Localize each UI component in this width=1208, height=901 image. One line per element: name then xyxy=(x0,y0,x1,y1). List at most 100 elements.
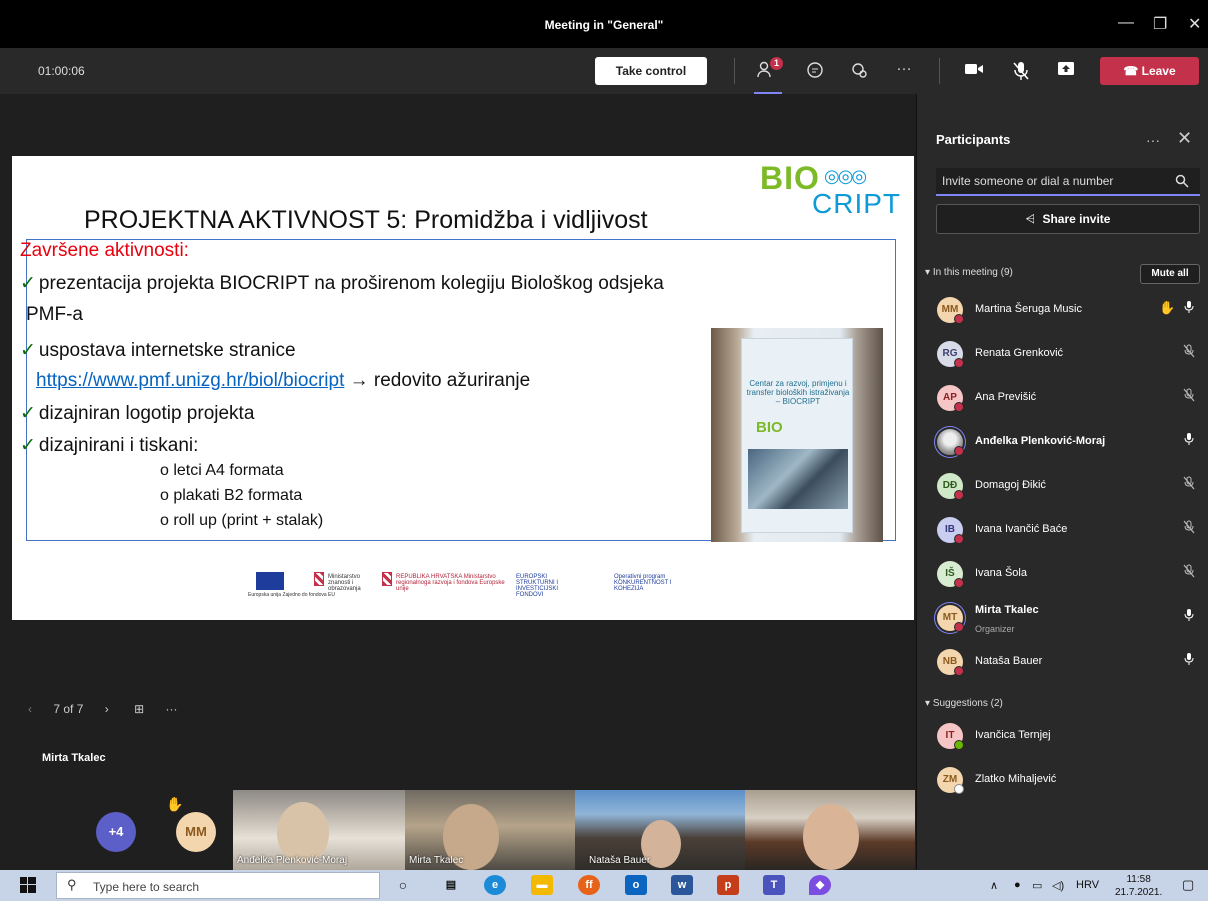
leave-label: Leave xyxy=(1141,64,1176,78)
logo-text-bio: BIO xyxy=(760,160,820,196)
notifications-icon[interactable]: ▢ xyxy=(1182,877,1194,893)
participant-name: Renata Grenković xyxy=(975,347,1064,359)
slide-pager: ‹ 7 of 7 › ⊞ ··· xyxy=(28,702,177,716)
search-icon[interactable] xyxy=(1175,174,1189,191)
mic-off-icon[interactable] xyxy=(1183,564,1195,581)
meeting-toolbar: 01:00:06 Take control 1 ··· ☎ Leave xyxy=(0,48,1208,94)
language-indicator[interactable]: HRV xyxy=(1076,879,1099,891)
funding-logos: Europska unija Zajedno do fondova EU Min… xyxy=(244,550,674,600)
volume-icon[interactable]: ◁) xyxy=(1052,879,1064,892)
participant-row[interactable]: IB Ivana Ivančić Baće xyxy=(917,510,1208,550)
share-screen-icon[interactable] xyxy=(1055,61,1077,83)
firefox-icon[interactable]: ff xyxy=(578,875,600,895)
take-control-button[interactable]: Take control xyxy=(595,57,707,85)
suggestions-header[interactable]: ▾ Suggestions (2) xyxy=(925,698,1003,709)
participant-row[interactable]: MT Mirta Tkalec Organizer xyxy=(917,598,1208,638)
rollup-images xyxy=(748,449,848,509)
video-tile[interactable]: Nataša Bauer xyxy=(575,790,745,870)
clock-date: 21.7.2021. xyxy=(1115,887,1163,898)
rollup-logo: BIO xyxy=(756,419,783,436)
grid-view-icon[interactable]: ⊞ xyxy=(134,702,144,716)
logo-circles-icon: ◎◎◎ xyxy=(824,166,867,186)
avatar-initials: IB xyxy=(945,524,955,535)
windows-taskbar: ⚲ Type here to search ○ ▤ e ▬ ff o w p T… xyxy=(0,870,1208,901)
mic-off-icon[interactable] xyxy=(1010,61,1032,83)
video-tile-name: Nataša Bauer xyxy=(589,855,651,866)
mic-off-icon[interactable] xyxy=(1183,344,1195,361)
participants-panel: Participants ··· ✕ ⩤ Share invite ▾ In t… xyxy=(916,94,1208,870)
taskbar-search[interactable]: ⚲ Type here to search xyxy=(56,872,380,899)
windows-start-icon[interactable] xyxy=(20,877,36,896)
share-icon: ⩤ xyxy=(1025,212,1036,226)
check-icon: ✓ xyxy=(20,340,36,361)
collapse-icon: ▾ xyxy=(925,698,931,709)
in-meeting-header[interactable]: ▾ In this meeting (9) xyxy=(925,267,1013,278)
more-participants-button[interactable]: +4 xyxy=(96,812,136,852)
show-hidden-icons-icon[interactable]: ∧ xyxy=(990,879,998,892)
chat-icon[interactable] xyxy=(804,61,826,83)
check-icon: ✓ xyxy=(20,273,36,294)
mic-icon[interactable]: ● xyxy=(1014,879,1021,891)
mic-icon[interactable] xyxy=(1183,432,1195,449)
participant-avatar-mm[interactable]: MM xyxy=(176,812,216,852)
minimize-icon[interactable]: — xyxy=(1118,14,1134,32)
participant-row[interactable]: Anđelka Plenković-Moraj xyxy=(917,422,1208,462)
taskbar-clock[interactable]: 11:58 21.7.2021. xyxy=(1115,873,1162,899)
participant-row[interactable]: DĐ Domagoj Đikić xyxy=(917,466,1208,506)
mic-icon[interactable] xyxy=(1183,652,1195,669)
participant-row[interactable]: AP Ana Previšić xyxy=(917,378,1208,418)
panel-more-icon[interactable]: ··· xyxy=(1146,132,1160,148)
people-icon[interactable]: 1 xyxy=(756,57,783,83)
file-explorer-icon[interactable]: ▬ xyxy=(531,875,553,895)
mic-off-icon[interactable] xyxy=(1183,388,1195,405)
sub-bullet: o plakati B2 formata xyxy=(160,487,303,504)
participant-row[interactable]: RG Renata Grenković xyxy=(917,334,1208,374)
mic-off-icon[interactable] xyxy=(1183,520,1195,537)
next-slide-icon[interactable]: › xyxy=(105,702,109,716)
reactions-icon[interactable] xyxy=(848,61,870,83)
avatar: MM xyxy=(937,297,964,324)
prev-slide-icon[interactable]: ‹ xyxy=(28,702,32,716)
share-invite-label: Share invite xyxy=(1042,212,1111,226)
powerpoint-icon[interactable]: p xyxy=(717,875,739,895)
ministry-logo-text: Ministarstvo znanosti i obrazovanja xyxy=(328,574,361,592)
teams-icon[interactable]: T xyxy=(763,875,785,895)
video-tile-name: Mirta Tkalec xyxy=(409,855,464,866)
invite-search-input[interactable] xyxy=(936,168,1200,196)
network-icon[interactable]: ▭ xyxy=(1032,879,1042,892)
mute-all-button[interactable]: Mute all xyxy=(1140,264,1200,284)
mic-icon[interactable] xyxy=(1183,608,1195,625)
more-options-icon[interactable]: ··· xyxy=(165,702,177,716)
suggestion-row[interactable]: IT Ivančica Ternjej xyxy=(917,716,1208,756)
word-icon[interactable]: w xyxy=(671,875,693,895)
participant-row[interactable]: MM Martina Šeruga Music ✋ xyxy=(917,290,1208,330)
camera-icon[interactable] xyxy=(963,61,985,83)
suggestion-row[interactable]: ZM Zlatko Mihaljević xyxy=(917,760,1208,800)
mic-icon[interactable] xyxy=(1183,300,1195,317)
video-tile[interactable] xyxy=(745,790,915,870)
participant-row[interactable]: NB Nataša Bauer xyxy=(917,642,1208,682)
video-tile[interactable]: Mirta Tkalec xyxy=(405,790,575,870)
leave-button[interactable]: ☎ Leave xyxy=(1100,57,1199,85)
avatar: IŠ xyxy=(937,561,964,588)
panel-close-icon[interactable]: ✕ xyxy=(1177,128,1192,149)
edge-icon[interactable]: e xyxy=(484,875,506,895)
participant-row[interactable]: IŠ Ivana Šola xyxy=(917,554,1208,594)
more-icon[interactable]: ··· xyxy=(893,60,915,82)
app-icon[interactable]: ◆ xyxy=(809,875,831,895)
share-invite-button[interactable]: ⩤ Share invite xyxy=(936,204,1200,234)
website-link[interactable]: https://www.pmf.unizg.hr/biol/biocript xyxy=(36,370,344,391)
cortana-icon[interactable]: ○ xyxy=(392,875,414,895)
eu-logo-text: Europska unija Zajedno do fondova EU xyxy=(248,592,336,598)
check-icon: ✓ xyxy=(20,403,36,424)
avatar-initials: DĐ xyxy=(942,480,958,491)
video-tile[interactable]: Anđelka Plenković-Moraj xyxy=(233,790,405,870)
raised-hand-icon: ✋ xyxy=(1159,300,1176,315)
mic-off-icon[interactable] xyxy=(1183,476,1195,493)
outlook-icon[interactable]: o xyxy=(625,875,647,895)
close-icon[interactable]: ✕ xyxy=(1188,14,1201,34)
maximize-icon[interactable]: ❐ xyxy=(1153,14,1167,34)
presence-status-icon xyxy=(954,784,964,794)
task-view-icon[interactable]: ▤ xyxy=(440,875,462,895)
presenter-name: Mirta Tkalec xyxy=(42,752,106,764)
